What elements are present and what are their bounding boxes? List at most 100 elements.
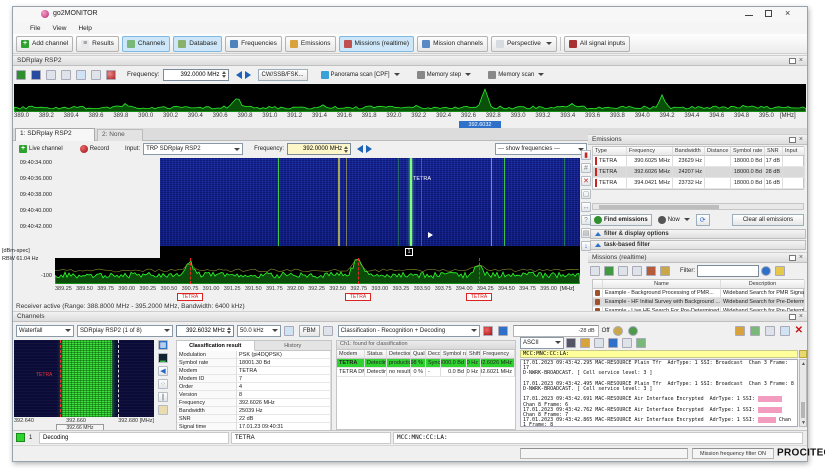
pause-icon[interactable] (497, 325, 508, 336)
channel-frequency-stepper[interactable] (227, 327, 231, 334)
view-select[interactable]: Waterfall (16, 324, 74, 337)
fit-width-icon[interactable]: ↔ (581, 202, 591, 212)
modem-row-status[interactable]: Detecting (365, 368, 387, 377)
column-header[interactable]: Input (783, 147, 805, 156)
highlighter-icon[interactable] (580, 337, 590, 348)
modem-row-frequency[interactable]: 392.6021 MHz (481, 368, 515, 377)
emission-row-type[interactable]: TETRA (593, 167, 627, 178)
scrollbar-thumb[interactable] (801, 402, 805, 418)
memory-step-button[interactable]: Memory step (413, 69, 476, 81)
frequency-stepper[interactable] (221, 71, 226, 78)
mission-name[interactable]: Example - Background Processing of PMR..… (603, 289, 721, 298)
refresh-button[interactable]: ⟳ (695, 213, 710, 226)
delete-marker-icon[interactable]: ✕ (581, 176, 591, 186)
open-mission-icon[interactable] (618, 266, 628, 276)
emission-row-distance[interactable] (705, 167, 731, 178)
input-select[interactable]: TRP SDRplay RSP2 (143, 143, 244, 155)
emissions-button[interactable]: Emissions (284, 35, 336, 52)
fbm-button[interactable]: FBM (299, 324, 320, 337)
channel-right-marker[interactable] (118, 340, 119, 417)
find-emissions-button[interactable]: Find emissions (590, 213, 652, 226)
column-header[interactable]: SNR (765, 147, 783, 156)
column-header[interactable]: Detection (387, 350, 411, 359)
emission-modem-label[interactable]: TETRA (345, 293, 371, 301)
marker-icon[interactable]: ▮ (581, 150, 591, 160)
column-header[interactable]: Symbol rate (441, 350, 467, 359)
emission-modem-label[interactable]: TETRA (466, 293, 492, 301)
column-header[interactable]: Quality (411, 350, 426, 359)
channel-waterfall[interactable]: TETRA (14, 340, 154, 417)
record-dot-icon[interactable] (106, 69, 116, 80)
close-panel-icon[interactable]: × (799, 57, 803, 64)
task-select[interactable]: Classification - Recognition + Decoding (337, 324, 480, 337)
close-panel-icon[interactable]: × (799, 254, 803, 261)
float-panel-icon[interactable] (788, 57, 796, 64)
emission-row-symbolrate[interactable]: 18000.0 Bd (731, 167, 765, 178)
modem-row-quality[interactable]: 98 % (411, 359, 426, 368)
copy-mission-icon[interactable] (632, 266, 642, 276)
modem-row-detection[interactable]: production (387, 359, 411, 368)
modem-row-shift[interactable]: 0.0 Hz (467, 359, 481, 368)
column-header[interactable]: Distance (km) (705, 147, 731, 156)
maximize-icon[interactable] (765, 10, 772, 17)
column-header[interactable]: Frequency (481, 350, 515, 359)
channel-frequency-input[interactable]: 392.6032 MHz (176, 324, 234, 337)
tab-history[interactable]: History (254, 341, 331, 351)
emission-row-bandwidth[interactable]: 23732 Hz (673, 178, 705, 189)
decoder-vscrollbar[interactable]: ▲ ▼ (799, 359, 807, 427)
step-right-icon[interactable] (244, 70, 251, 79)
wf-step-right-icon[interactable] (366, 145, 373, 153)
emission-row-type[interactable]: TETRA (593, 156, 627, 167)
select-region-icon[interactable]: ▢ (581, 189, 591, 199)
modem-row-shift[interactable]: 0.0 Hz (467, 368, 481, 377)
close-channel-icon[interactable]: ✕ (795, 325, 803, 336)
tab-sdrplay[interactable]: 1: SDRplay RSP2 (15, 128, 95, 141)
edit-pencil-icon[interactable] (799, 350, 807, 358)
spectrum-mode-icon[interactable]: ▁ (158, 353, 168, 363)
emission-row-snr[interactable]: 28 dB (765, 167, 783, 178)
demodulator-button[interactable]: CW/SSB/FSK... (257, 68, 308, 81)
wf-frequency-stepper[interactable] (344, 145, 349, 153)
binoculars-icon[interactable] (566, 337, 576, 348)
column-header[interactable]: Description (721, 280, 805, 289)
export-icon[interactable] (636, 337, 646, 348)
source-select[interactable]: SDRplay RSP2 (1 of 8) (77, 324, 173, 337)
record-channel-icon[interactable] (482, 325, 493, 336)
emission-row-distance[interactable] (705, 178, 731, 189)
new-mission-icon[interactable] (604, 266, 614, 276)
decoder-text-output[interactable]: 17.01.2023 09:43:42.295 MAC-RESOURCE Pla… (520, 359, 798, 427)
perspective-button[interactable]: Perspective (490, 35, 557, 52)
column-header[interactable]: Symbol rate (731, 147, 765, 156)
float-panel-icon[interactable] (788, 254, 796, 261)
menu-view[interactable]: View (52, 25, 66, 32)
column-header[interactable]: Modem (337, 350, 365, 359)
emission-row-bandwidth[interactable]: 23629 Hz (673, 156, 705, 167)
save-icon[interactable] (608, 337, 618, 348)
mission-description[interactable]: Wideband Search for PMR Signal Typ... (721, 289, 805, 298)
column-header[interactable]: Name (603, 280, 721, 289)
emission-row-input[interactable] (783, 167, 805, 178)
column-header[interactable]: Bandwidth (673, 147, 705, 156)
column-header[interactable]: Frequency (627, 147, 673, 156)
modem-row-status[interactable]: Detecting (365, 359, 387, 368)
float-panel-icon[interactable] (788, 313, 796, 320)
folder-icon[interactable] (158, 405, 168, 415)
modem-row-quality[interactable]: 0 % (411, 368, 426, 377)
channel-left-marker[interactable] (60, 340, 61, 417)
tab-classification-result[interactable]: Classification result (177, 341, 255, 351)
live-channel-button[interactable]: + Live channel (16, 143, 66, 155)
channel-bandwidth-select[interactable]: 50.0 kHz (237, 324, 281, 337)
minimize-icon[interactable] (745, 15, 753, 16)
step-left-icon[interactable] (235, 70, 242, 79)
filter-display-options-bar[interactable]: filter & display options (590, 229, 806, 239)
audio-icon[interactable] (46, 69, 56, 80)
channels-button[interactable]: Channels (121, 35, 171, 52)
emissions-hscrollbar[interactable] (592, 203, 804, 210)
stop-mission-icon[interactable] (660, 266, 670, 276)
emission-row-symbolrate[interactable]: 18000.0 Bd (731, 178, 765, 189)
emission-row-snr[interactable]: 16 dB (765, 178, 783, 189)
find-now-dropdown[interactable]: Now (655, 214, 693, 226)
wf-step-left-icon[interactable] (357, 145, 364, 153)
tab-none[interactable]: 2: None (97, 129, 143, 141)
emission-row-input[interactable] (783, 178, 805, 189)
